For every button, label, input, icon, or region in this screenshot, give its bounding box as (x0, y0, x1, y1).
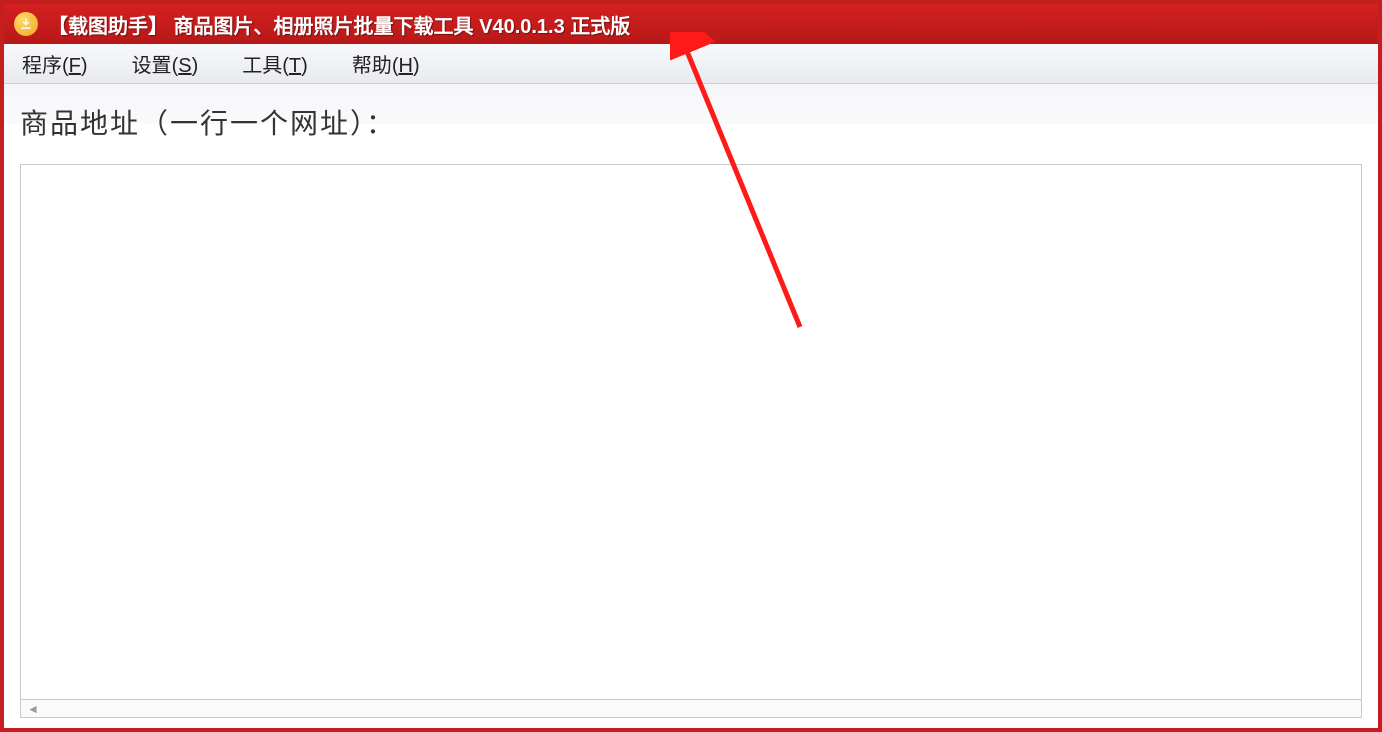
scroll-left-arrow[interactable]: ◄ (27, 702, 39, 716)
window-title: 【载图助手】 商品图片、相册照片批量下载工具 V40.0.1.3 正式版 (48, 10, 630, 39)
content-area: 商品地址（一行一个网址）： ◄ (4, 84, 1378, 728)
menu-help[interactable]: 帮助(H) (346, 45, 426, 82)
app-window: 【载图助手】 商品图片、相册照片批量下载工具 V40.0.1.3 正式版 程序(… (0, 0, 1382, 732)
horizontal-scrollbar[interactable]: ◄ (20, 700, 1362, 718)
titlebar[interactable]: 【载图助手】 商品图片、相册照片批量下载工具 V40.0.1.3 正式版 (4, 4, 1378, 44)
url-input[interactable] (20, 164, 1362, 700)
download-icon (14, 12, 38, 36)
menu-program[interactable]: 程序(F) (16, 45, 94, 82)
menu-tools[interactable]: 工具(T) (236, 45, 314, 82)
url-section-label: 商品地址（一行一个网址）： (20, 102, 1362, 142)
menubar: 程序(F) 设置(S) 工具(T) 帮助(H) (4, 44, 1378, 84)
menu-settings[interactable]: 设置(S) (126, 45, 205, 82)
